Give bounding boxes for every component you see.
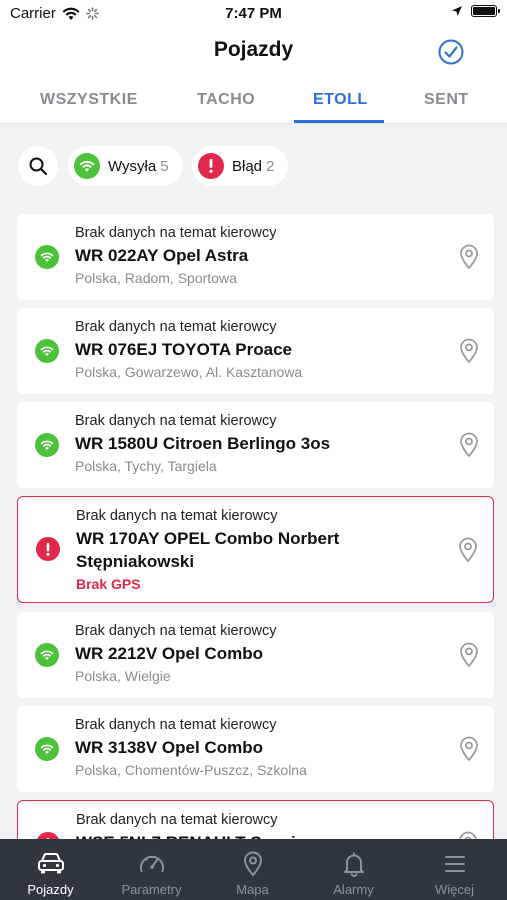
- battery-icon: [471, 5, 500, 17]
- vehicle-location: Polska, Tychy, Targiela: [75, 458, 217, 474]
- bottom-tab-parametry[interactable]: Parametry: [101, 839, 202, 900]
- vehicle-name: WR 076EJ TOYOTA Proace: [75, 340, 292, 359]
- gauge-icon: [140, 855, 164, 872]
- vehicle-name: WR 2212V Opel Combo: [75, 644, 263, 663]
- map-pin-icon[interactable]: [458, 642, 480, 668]
- vehicle-row[interactable]: Brak danych na temat kierowcy WR 1580U C…: [17, 402, 494, 488]
- page-title: Pojazdy: [213, 38, 294, 61]
- vehicle-texts: Brak danych na temat kierowcy WR 3138V O…: [75, 716, 434, 780]
- clock: 7:47 PM: [225, 5, 282, 22]
- map-pin-icon[interactable]: [457, 831, 479, 839]
- wifi-status-icon: [35, 737, 59, 761]
- bottom-tab-label: Pojazdy: [27, 882, 74, 897]
- tab-etoll[interactable]: ETOLL: [313, 91, 368, 109]
- vehicle-name: WSE 5NL7 RENAULT Scenic: [76, 831, 433, 839]
- vehicle-row[interactable]: Brak danych na temat kierowcy WR 3138V O…: [17, 706, 494, 792]
- vehicle-list: Brak danych na temat kierowcy WR 022AY O…: [17, 214, 494, 839]
- wifi-status-icon: [74, 153, 100, 179]
- gps-error-label: Brak GPS: [76, 576, 141, 592]
- vehicle-location: Polska, Wielgie: [75, 668, 171, 684]
- error-status-icon: [36, 832, 60, 839]
- vehicle-row[interactable]: Brak danych na temat kierowcy WR 2212V O…: [17, 612, 494, 698]
- vehicle-texts: Brak danych na temat kierowcy WR 170AY O…: [76, 507, 433, 594]
- vehicle-texts: Brak danych na temat kierowcy WR 2212V O…: [75, 622, 434, 686]
- map-pin-icon[interactable]: [458, 736, 480, 762]
- wifi-status-icon: [35, 433, 59, 457]
- map-pin-icon[interactable]: [457, 537, 479, 563]
- vehicle-row[interactable]: Brak danych na temat kierowcy WR 076EJ T…: [17, 308, 494, 394]
- filter-chip-count: 2: [266, 157, 275, 175]
- menu-icon: [445, 856, 465, 872]
- nav-bar: Pojazdy: [0, 28, 507, 76]
- driver-info: Brak danych na temat kierowcy: [75, 717, 277, 733]
- vehicle-location: Polska, Radom, Sportowa: [75, 270, 237, 286]
- vehicle-name: WR 1580U Citroen Berlingo 3os: [75, 434, 331, 453]
- vehicle-texts: Brak danych na temat kierowcy WR 1580U C…: [75, 412, 434, 476]
- bottom-tab-label: Więcej: [434, 882, 474, 897]
- bottom-tab-bar: Pojazdy Parametry Mapa Alarmy Więcej: [0, 839, 507, 900]
- bottom-tab-label: Alarmy: [333, 882, 374, 897]
- map-pin-icon[interactable]: [458, 244, 480, 270]
- wifi-status-icon: [35, 339, 59, 363]
- bottom-tab-wiecej[interactable]: Więcej: [404, 839, 505, 900]
- filter-chip-label: Błąd: [232, 157, 263, 175]
- vehicle-name: WR 022AY Opel Astra: [75, 246, 249, 265]
- bottom-tab-mapa[interactable]: Mapa: [202, 839, 303, 900]
- filter-chip-count: 5: [160, 157, 169, 175]
- vehicle-texts: Brak danych na temat kierowcy WR 076EJ T…: [75, 318, 434, 382]
- vehicle-row[interactable]: Brak danych na temat kierowcy WR 022AY O…: [17, 214, 494, 300]
- search-button[interactable]: [18, 146, 58, 186]
- search-icon: [29, 157, 48, 176]
- location-arrow-icon: [452, 6, 462, 16]
- wifi-status-icon: [35, 643, 59, 667]
- vehicle-name: WR 3138V Opel Combo: [75, 738, 263, 757]
- error-status-icon: [36, 537, 60, 561]
- bottom-tab-label: Mapa: [236, 882, 269, 897]
- filter-chip-label: Wysyła: [108, 157, 157, 175]
- error-status-icon: [198, 153, 224, 179]
- tab-wszystkie[interactable]: WSZYSTKIE: [40, 91, 138, 109]
- map-pin-icon[interactable]: [458, 432, 480, 458]
- vehicle-name: WR 170AY OPEL Combo Norbert Stępniakowsk…: [76, 529, 340, 571]
- filter-chip-sending[interactable]: Wysyła 5: [68, 146, 183, 186]
- bottom-tab-pojazdy[interactable]: Pojazdy: [0, 839, 101, 900]
- segment-tabs: WSZYSTKIE TACHO ETOLL SENT: [0, 76, 507, 124]
- tab-tacho[interactable]: TACHO: [197, 91, 255, 109]
- car-icon: [38, 853, 64, 874]
- select-check-icon[interactable]: [437, 38, 465, 66]
- driver-info: Brak danych na temat kierowcy: [75, 413, 277, 429]
- active-tab-indicator: [294, 120, 384, 123]
- driver-info: Brak danych na temat kierowcy: [75, 319, 277, 335]
- filter-chip-error[interactable]: Błąd 2: [192, 146, 289, 186]
- vehicle-texts: Brak danych na temat kierowcy WR 022AY O…: [75, 224, 434, 288]
- vehicle-row-error[interactable]: Brak danych na temat kierowcy WR 170AY O…: [17, 496, 494, 603]
- bottom-tab-label: Parametry: [121, 882, 182, 897]
- filter-bar: Wysyła 5 Błąd 2: [0, 146, 507, 188]
- status-bar: Carrier 7:47 PM: [0, 0, 507, 28]
- driver-info: Brak danych na temat kierowcy: [76, 508, 278, 524]
- driver-info: Brak danych na temat kierowcy: [75, 225, 277, 241]
- wifi-status-icon: [35, 245, 59, 269]
- vehicle-location: Polska, Chomentów-Puszcz, Szkolna: [75, 762, 307, 778]
- tab-sent[interactable]: SENT: [424, 91, 469, 109]
- status-right: [451, 5, 500, 17]
- bottom-tab-alarmy[interactable]: Alarmy: [303, 839, 404, 900]
- driver-info: Brak danych na temat kierowcy: [76, 812, 278, 828]
- driver-info: Brak danych na temat kierowcy: [75, 623, 277, 639]
- bell-icon: [344, 852, 364, 877]
- vehicle-texts: Brak danych na temat kierowcy WSE 5NL7 R…: [76, 811, 433, 839]
- vehicle-row-error[interactable]: Brak danych na temat kierowcy WSE 5NL7 R…: [17, 800, 494, 839]
- map-pin-icon: [244, 851, 262, 876]
- vehicle-location: Polska, Gowarzewo, Al. Kasztanowa: [75, 364, 303, 380]
- map-pin-icon[interactable]: [458, 338, 480, 364]
